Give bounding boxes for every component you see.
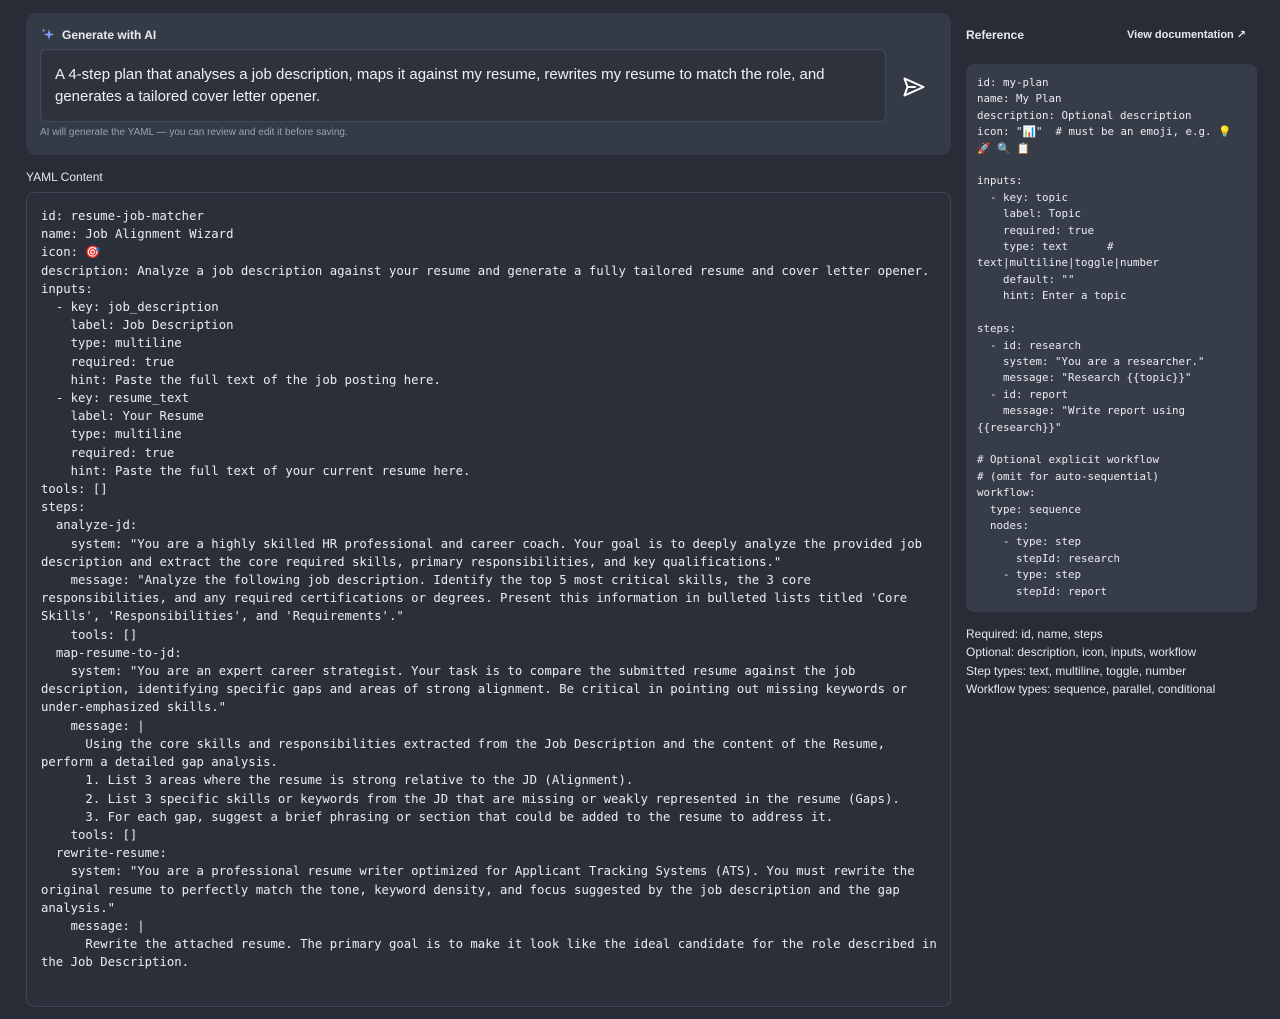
view-documentation-link[interactable]: View documentation ↗ (1127, 28, 1246, 41)
generate-header: Generate with AI (40, 27, 156, 43)
reference-code-text: id: my-plan name: My Plan description: O… (977, 76, 1232, 598)
send-icon (903, 77, 925, 97)
yaml-editor-text[interactable]: id: resume-job-matcher name: Job Alignme… (41, 207, 941, 972)
yaml-editor[interactable]: id: resume-job-matcher name: Job Alignme… (26, 192, 951, 1007)
reference-code-block: id: my-plan name: My Plan description: O… (966, 64, 1257, 612)
generate-with-ai-panel: Generate with AI A 4-step plan that anal… (26, 13, 951, 155)
ai-prompt-input[interactable]: A 4-step plan that analyses a job descri… (40, 49, 886, 122)
generate-hint: AI will generate the YAML — you can revi… (40, 127, 348, 138)
reference-note-required: Required: id, name, steps (966, 627, 1103, 641)
yaml-content-label: YAML Content (26, 170, 103, 184)
reference-notes: Required: id, name, steps Optional: desc… (966, 625, 1215, 699)
reference-note-step-types: Step types: text, multiline, toggle, num… (966, 663, 1187, 678)
reference-note-workflow-types: Workflow types: sequence, parallel, cond… (966, 682, 1216, 697)
reference-title: Reference (966, 28, 1025, 42)
send-button[interactable] (900, 73, 928, 101)
sparkle-icon (41, 28, 55, 40)
reference-note-optional: Optional: description, icon, inputs, wor… (966, 645, 1197, 660)
generate-title: Generate with AI (62, 28, 157, 42)
